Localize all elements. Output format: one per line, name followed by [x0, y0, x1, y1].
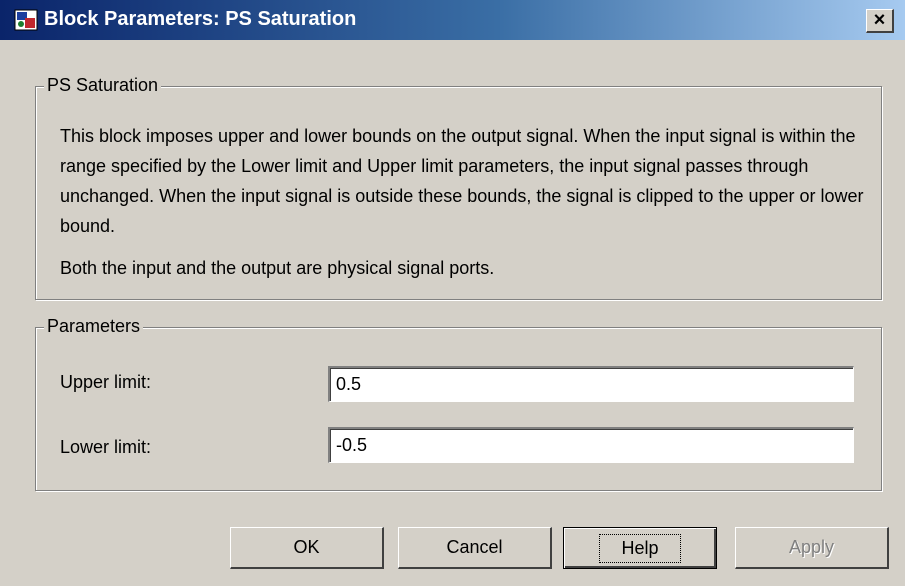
description-group-legend: PS Saturation [44, 75, 162, 96]
close-icon: × [873, 8, 886, 31]
cancel-button-label: Cancel [446, 537, 503, 557]
description-group: PS Saturation This block imposes upper a… [35, 75, 882, 300]
upper-limit-label: Upper limit: [60, 372, 152, 392]
parameters-group: Parameters Upper limit: Lower limit: [35, 316, 882, 491]
help-button[interactable]: Help [563, 527, 717, 569]
help-button-label: Help [599, 533, 681, 563]
ok-button-label: OK [293, 537, 320, 557]
apply-button[interactable]: Apply [735, 527, 889, 569]
simulink-block-icon [14, 9, 38, 31]
ports-description: Both the input and the output are physic… [60, 258, 495, 278]
close-button[interactable]: × [866, 9, 894, 33]
upper-limit-input[interactable] [328, 366, 854, 402]
ok-button[interactable]: OK [230, 527, 384, 569]
parameters-group-legend: Parameters [44, 316, 144, 337]
cancel-button[interactable]: Cancel [398, 527, 552, 569]
window-title: Block Parameters: PS Saturation [44, 8, 357, 30]
lower-limit-label: Lower limit: [60, 437, 152, 457]
title-bar[interactable]: Block Parameters: PS Saturation × [0, 0, 905, 40]
lower-limit-input[interactable] [328, 427, 854, 463]
block-description: This block imposes upper and lower bound… [60, 126, 864, 236]
apply-button-label: Apply [788, 537, 835, 557]
